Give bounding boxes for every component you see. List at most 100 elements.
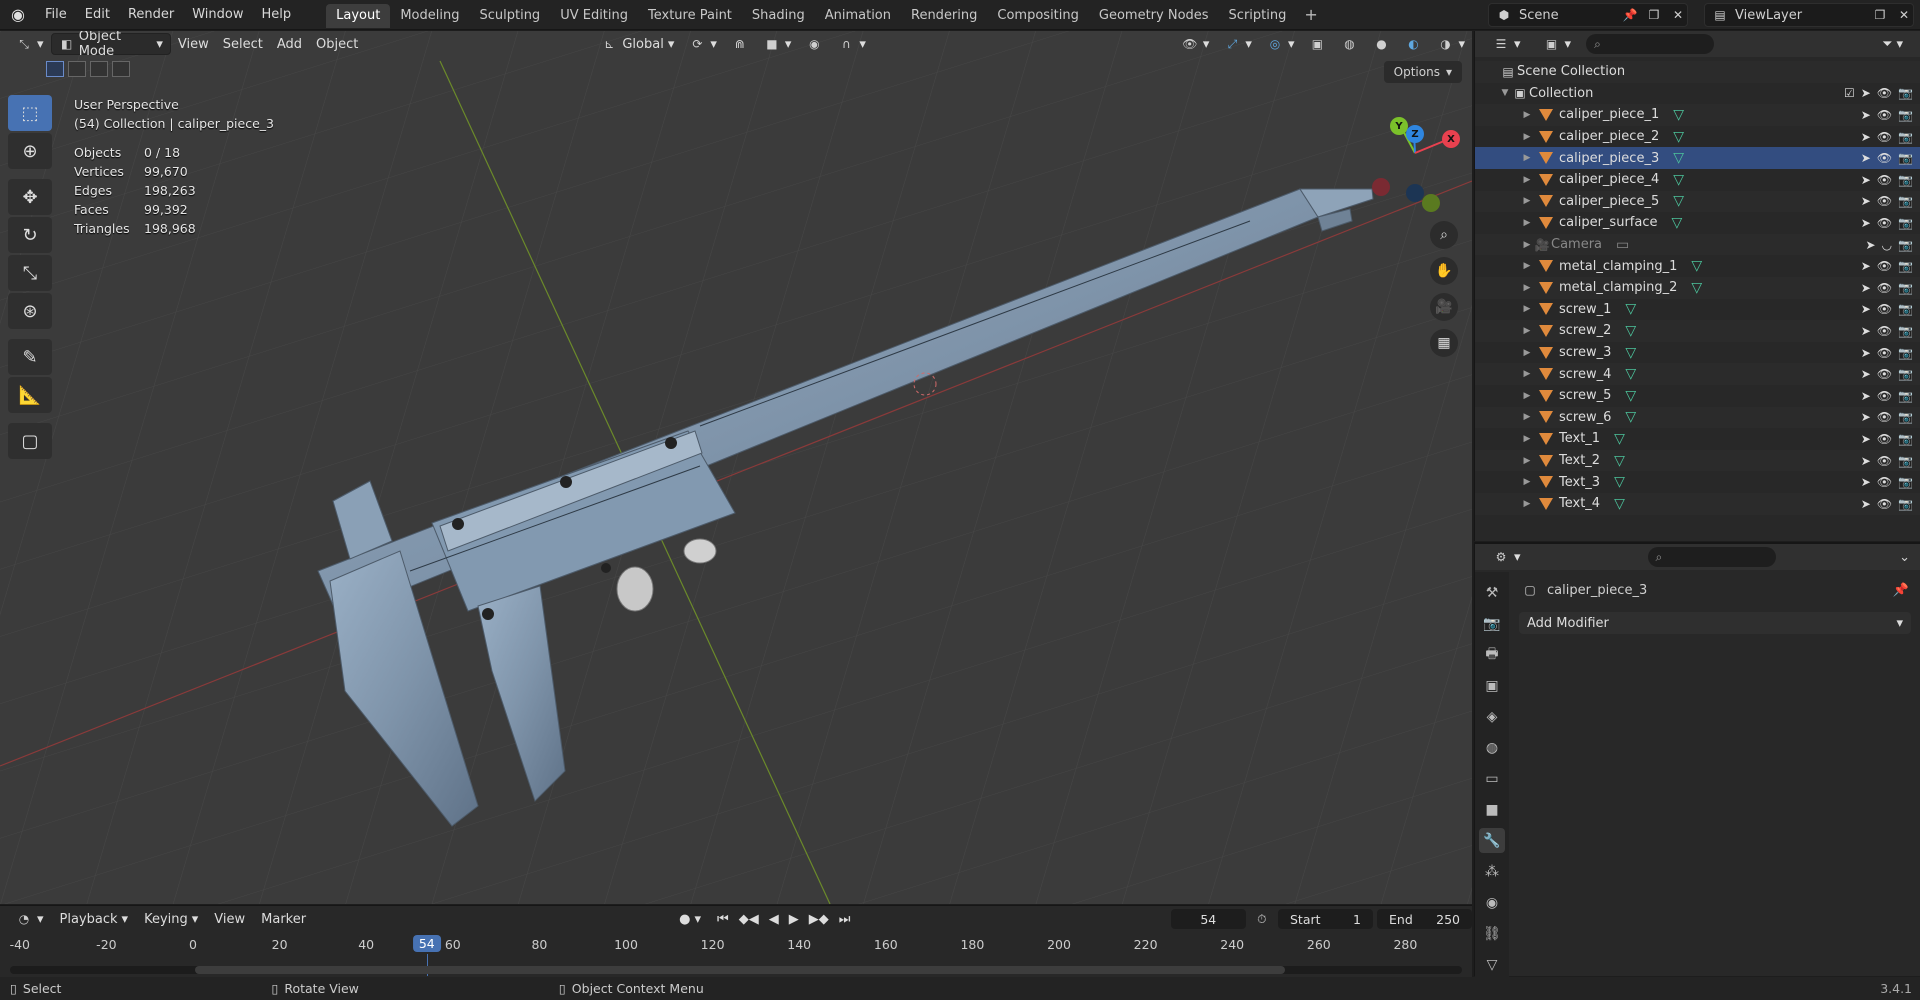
select-arrow-icon[interactable]: ➤ — [1861, 302, 1871, 316]
render-camera-icon[interactable]: 📷 — [1898, 108, 1913, 122]
cursor-tool-icon[interactable]: ⊕ — [8, 133, 52, 169]
ortho-grid-icon[interactable]: ▦ — [1430, 329, 1458, 357]
eye-icon[interactable]: 👁 — [1877, 475, 1892, 489]
render-camera-icon[interactable]: 📷 — [1898, 302, 1913, 316]
select-arrow-icon[interactable]: ➤ — [1861, 86, 1871, 100]
mode-dropdown[interactable]: ◧ Object Mode ▾ — [50, 31, 171, 59]
select-arrow-icon[interactable]: ➤ — [1861, 497, 1871, 511]
constraints-icon[interactable]: ⛓ — [1479, 921, 1505, 946]
prev-keyframe-icon[interactable]: ◆◀ — [739, 912, 759, 927]
display-mode-dropdown[interactable]: ▣ ▾ — [1536, 33, 1579, 55]
filter-dropdown[interactable]: ⏷ ▾ — [1875, 33, 1910, 55]
select-arrow-icon[interactable]: ➤ — [1861, 324, 1871, 338]
modifier-icon[interactable]: 🔧 — [1479, 828, 1505, 853]
gizmo-x-axis[interactable]: X — [1442, 130, 1460, 148]
outliner-editor-type-button[interactable]: ☰ ▾ — [1485, 33, 1528, 55]
tab-rendering[interactable]: Rendering — [901, 4, 987, 28]
frame-ruler[interactable]: -40 -20 0 20 40 60 80 100 120 140 160 180 200 220 240 2… — [0, 934, 1472, 976]
blender-logo-icon[interactable]: ◉ — [0, 5, 36, 24]
outliner-item[interactable]: ▶ Text_2 ▽ ➤ 👁 📷 — [1475, 449, 1920, 472]
scene-selector[interactable]: ⬢ Scene 📌 ❐ ✕ — [1488, 3, 1688, 27]
expand-icon[interactable]: ▶ — [1521, 283, 1533, 293]
eye-icon[interactable]: 👁 — [1877, 346, 1892, 360]
render-camera-icon[interactable]: 📷 — [1898, 497, 1913, 511]
select-arrow-icon[interactable]: ➤ — [1861, 475, 1871, 489]
expand-icon[interactable]: ▶ — [1521, 369, 1533, 379]
start-frame-field[interactable]: Start 1 — [1277, 909, 1373, 929]
outliner-item[interactable]: ▶ metal_clamping_2 ▽ ➤ 👁 📷 — [1475, 277, 1920, 299]
tab-compositing[interactable]: Compositing — [987, 4, 1089, 28]
pin-icon[interactable]: 📌 — [1621, 6, 1639, 24]
render-camera-icon[interactable]: 📷 — [1898, 410, 1913, 424]
play-icon[interactable]: ▶ — [789, 912, 799, 927]
select-arrow-icon[interactable]: ➤ — [1861, 194, 1871, 208]
collection-icon[interactable]: ▭ — [1479, 766, 1505, 791]
outliner-item[interactable]: ▶ metal_clamping_1 ▽ ➤ 👁 📷 — [1475, 255, 1920, 277]
end-frame-field[interactable]: End 250 — [1377, 909, 1473, 929]
select-arrow-icon[interactable]: ➤ — [1866, 238, 1876, 252]
add-modifier-button[interactable]: Add Modifier ▾ — [1519, 612, 1911, 634]
current-frame-field[interactable]: 54 — [1170, 909, 1246, 929]
expand-icon[interactable]: ▶ — [1521, 218, 1533, 228]
tab-layout[interactable]: Layout — [326, 3, 391, 28]
select-arrow-icon[interactable]: ➤ — [1861, 259, 1871, 273]
render-camera-icon[interactable]: 📷 — [1898, 475, 1913, 489]
tool-icon[interactable]: ⚒ — [1479, 580, 1505, 605]
add-cube-tool-icon[interactable]: ▢ — [8, 423, 52, 459]
outliner-item[interactable]: ▶ Text_4 ▽ ➤ 👁 📷 — [1475, 493, 1920, 515]
select-arrow-icon[interactable]: ➤ — [1861, 454, 1871, 468]
eye-icon[interactable]: 👁 — [1877, 108, 1892, 122]
select-arrow-icon[interactable]: ➤ — [1861, 346, 1871, 360]
eye-icon[interactable]: 👁 — [1877, 367, 1892, 381]
eye-icon[interactable]: 👁 — [1877, 259, 1892, 273]
menu-file[interactable]: File — [36, 0, 76, 30]
scale-tool-icon[interactable]: ⤡ — [8, 255, 52, 291]
render-icon[interactable]: 📷 — [1479, 611, 1505, 636]
expand-icon[interactable]: ▶ — [1521, 132, 1533, 142]
select-new-icon[interactable] — [46, 61, 64, 77]
tab-geometry-nodes[interactable]: Geometry Nodes — [1089, 4, 1219, 28]
tab-modeling[interactable]: Modeling — [390, 4, 469, 28]
next-keyframe-icon[interactable]: ▶◆ — [809, 912, 829, 927]
eye-icon[interactable]: 👁 — [1877, 281, 1892, 295]
menu-view[interactable]: View — [207, 908, 252, 930]
gizmo-neg-x[interactable] — [1372, 178, 1390, 196]
tab-animation[interactable]: Animation — [815, 4, 901, 28]
eye-icon[interactable]: 👁 — [1877, 497, 1892, 511]
pivot-point-dropdown[interactable]: ⟳ ▾ — [681, 33, 724, 55]
properties-editor-type-button[interactable]: ⚙ ▾ — [1485, 546, 1528, 568]
eye-icon[interactable]: 👁 — [1877, 130, 1892, 144]
select-arrow-icon[interactable]: ➤ — [1861, 216, 1871, 230]
outliner-item[interactable]: ▶ Text_1 ▽ ➤ 👁 📷 — [1475, 428, 1920, 450]
render-camera-icon[interactable]: 📷 — [1898, 86, 1913, 100]
outliner-item[interactable]: ▶ caliper_piece_2 ▽ ➤ 👁 📷 — [1475, 126, 1920, 148]
outliner-item[interactable]: ▶ caliper_piece_5 ▽ ➤ 👁 📷 — [1475, 190, 1920, 213]
menu-marker[interactable]: Marker — [254, 908, 313, 930]
eye-icon[interactable]: 👁 — [1877, 216, 1892, 230]
scrollbar-thumb[interactable] — [195, 966, 1285, 974]
render-camera-icon[interactable]: 📷 — [1898, 238, 1913, 252]
render-camera-icon[interactable]: 📷 — [1898, 281, 1913, 295]
gizmo-neg-z[interactable] — [1406, 184, 1424, 202]
play-reverse-icon[interactable]: ◀ — [769, 912, 779, 927]
outliner-search-input[interactable]: ⌕ — [1586, 34, 1715, 54]
timeline-scrollbar[interactable] — [10, 966, 1462, 974]
select-intersect-icon[interactable] — [112, 61, 130, 77]
expand-icon[interactable]: ▶ — [1521, 153, 1533, 163]
tab-scripting[interactable]: Scripting — [1219, 4, 1297, 28]
expand-icon[interactable]: ▶ — [1521, 412, 1533, 422]
eye-icon[interactable]: 👁 — [1877, 302, 1892, 316]
eye-icon[interactable]: 👁 — [1877, 432, 1892, 446]
gizmo-toggle[interactable]: ⤢ ▾ — [1216, 33, 1259, 55]
expand-icon[interactable]: ▶ — [1521, 391, 1533, 401]
snap-toggle[interactable]: ⋒ — [724, 33, 756, 55]
3d-viewport[interactable]: ⤡ ▾ ◧ Object Mode ▾ View Select Add Object … — [0, 31, 1472, 904]
tab-texture-paint[interactable]: Texture Paint — [638, 4, 742, 28]
menu-window[interactable]: Window — [183, 0, 252, 30]
outliner-item[interactable]: ▶ Text_3 ▽ ➤ 👁 📷 — [1475, 471, 1920, 493]
outliner-item[interactable]: ▶ caliper_piece_1 ▽ ➤ 👁 📷 — [1475, 104, 1920, 126]
render-camera-icon[interactable]: 📷 — [1898, 151, 1913, 165]
expand-icon[interactable]: ▶ — [1521, 499, 1533, 509]
playhead-frame-label[interactable]: 54 — [412, 935, 441, 952]
menu-keying[interactable]: Keying ▾ — [137, 908, 205, 930]
